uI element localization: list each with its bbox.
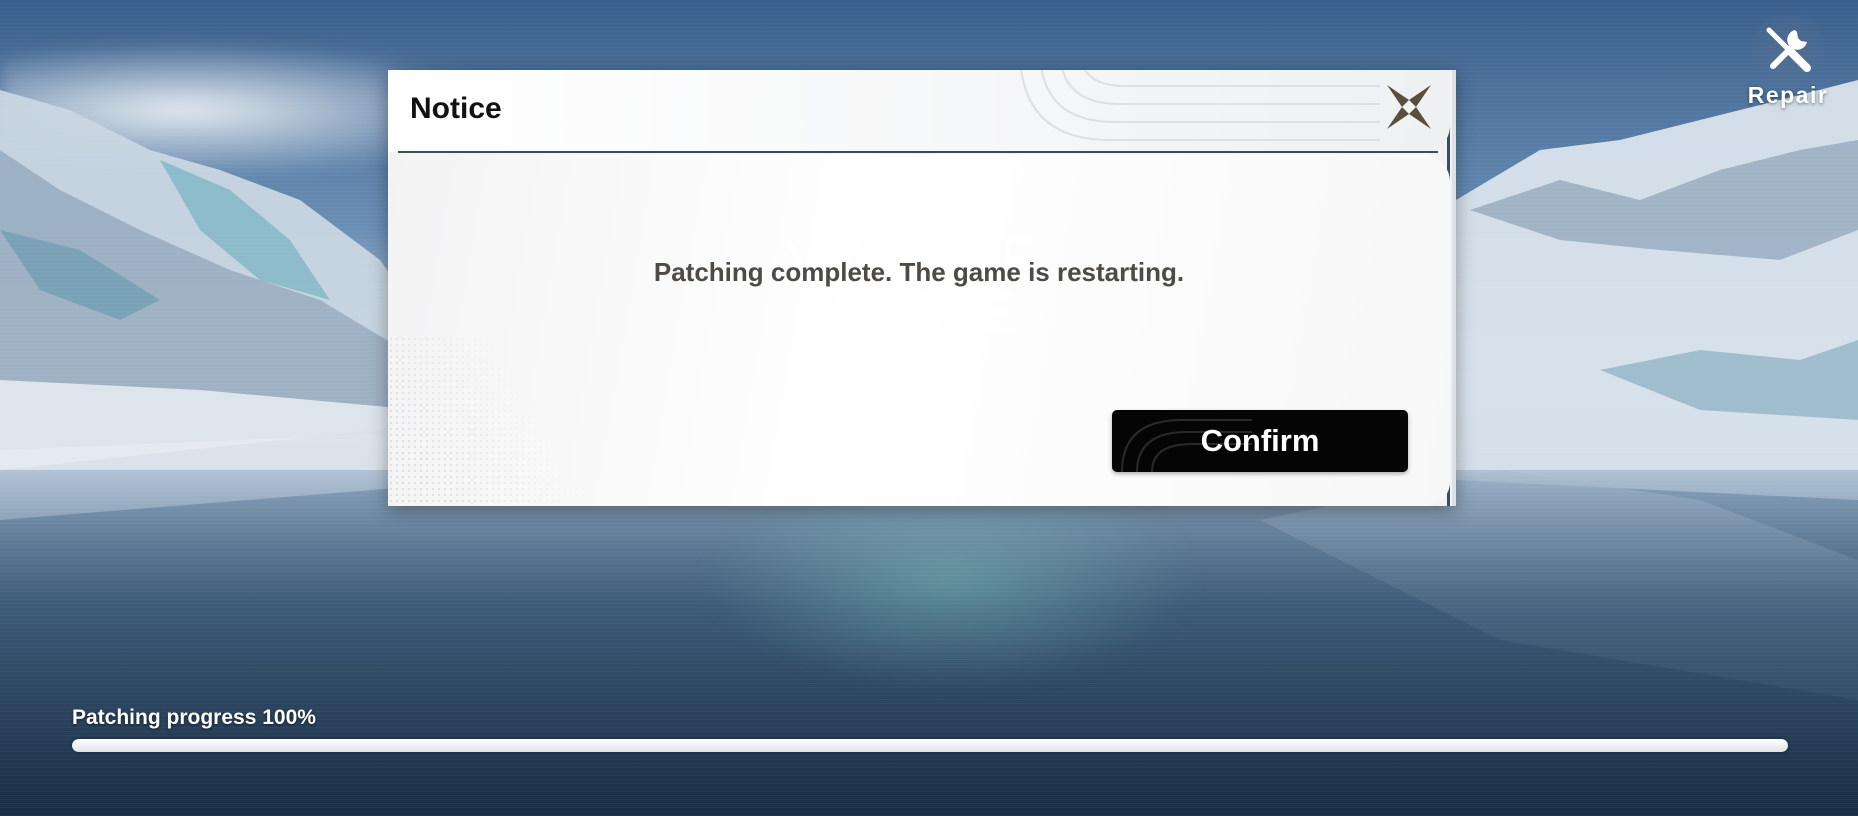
progress-bar (72, 739, 1788, 752)
confirm-label: Confirm (1200, 423, 1320, 458)
notice-dialog: Notice Patching complete. The game is re… (388, 70, 1456, 506)
dialog-title: Notice (410, 92, 502, 125)
notice-message: Patching complete. The game is restartin… (653, 257, 1185, 287)
close-icon (1387, 85, 1431, 129)
close-button[interactable] (1382, 80, 1436, 134)
dialog-header: Notice (388, 70, 1450, 152)
header-divider (398, 151, 1438, 153)
repair-button[interactable]: Repair (1740, 14, 1836, 114)
progress-label: Patching progress 100% (72, 706, 316, 729)
progress-fill (72, 739, 1788, 752)
confirm-button[interactable]: Confirm (1112, 410, 1408, 472)
wrench-screwdriver-icon (1766, 27, 1811, 72)
repair-label: Repair (1747, 82, 1829, 108)
repair-icon-holder (1749, 14, 1827, 84)
